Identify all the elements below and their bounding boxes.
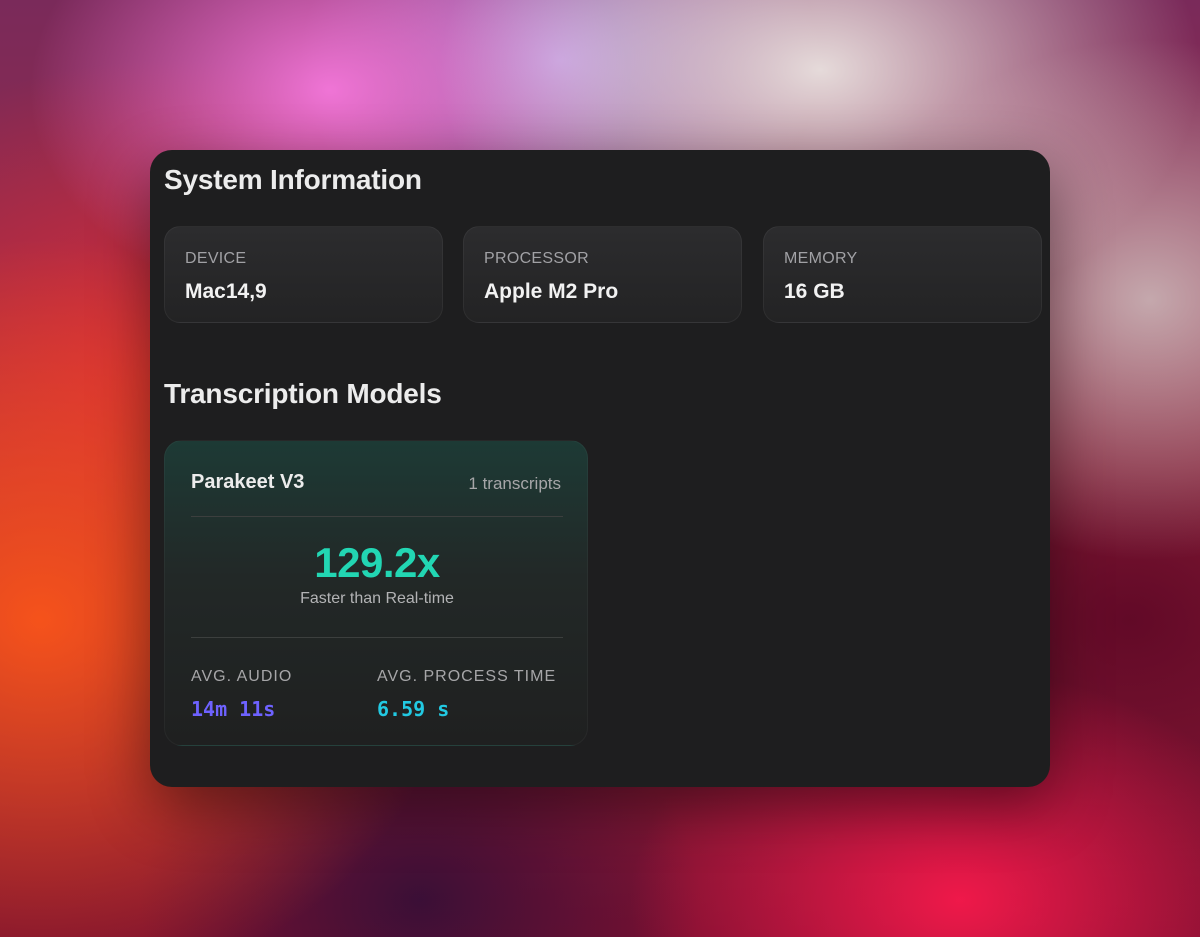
avg-audio-label: AVG. AUDIO — [191, 668, 293, 685]
avg-process-time-label: AVG. PROCESS TIME — [377, 668, 557, 685]
memory-card: MEMORY 16 GB — [763, 226, 1042, 323]
system-information-heading: System Information — [164, 164, 422, 195]
processor-value: Apple M2 Pro — [484, 280, 619, 303]
avg-audio-value: 14m 11s — [191, 697, 276, 721]
processor-card: PROCESSOR Apple M2 Pro — [463, 226, 742, 323]
device-card: DEVICE Mac14,9 — [164, 226, 443, 323]
memory-label: MEMORY — [784, 250, 858, 267]
divider — [191, 516, 563, 517]
memory-value: 16 GB — [784, 280, 845, 303]
transcription-models-heading: Transcription Models — [164, 378, 442, 409]
speed-caption: Faster than Real-time — [300, 590, 454, 607]
speed-factor: 129.2x — [314, 539, 440, 586]
system-stats-panel: System Information DEVICE Mac14,9 PROCES… — [150, 150, 1050, 787]
model-name: Parakeet V3 — [191, 471, 305, 493]
model-card-parakeet[interactable]: Parakeet V3 1 transcripts 129.2x Faster … — [164, 440, 588, 746]
device-value: Mac14,9 — [185, 280, 267, 303]
processor-label: PROCESSOR — [484, 250, 589, 267]
transcript-count: 1 transcripts — [468, 474, 561, 493]
avg-process-time-value: 6.59 s — [377, 697, 450, 721]
device-label: DEVICE — [185, 250, 247, 267]
divider — [191, 637, 563, 638]
